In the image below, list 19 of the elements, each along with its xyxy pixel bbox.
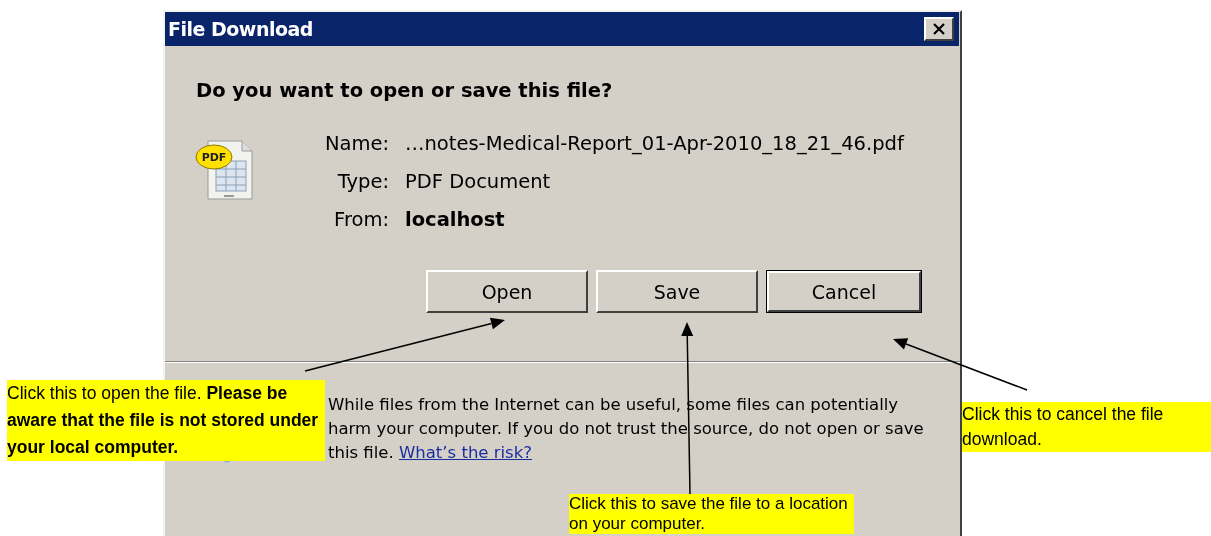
field-value: …notes-Medical-Report_01-Apr-2010_18_21_46.pdf: [405, 131, 904, 156]
cancel-button[interactable]: Cancel: [766, 270, 922, 313]
field-value: PDF Document: [405, 169, 552, 194]
open-button[interactable]: Open: [426, 270, 588, 313]
window-title: File Download: [168, 18, 313, 40]
field-value: localhost: [405, 207, 506, 232]
close-button[interactable]: [924, 17, 954, 41]
callout-note: Click this to open the file. Please be aware that the file is not stored under your local computer.: [7, 380, 325, 461]
callout-note: Click this to save the file to a location on your computer.: [569, 494, 854, 534]
save-button[interactable]: Save: [596, 270, 758, 313]
close-icon: [932, 23, 946, 35]
pdf-label: PDF: [201, 151, 227, 164]
badge-background: [195, 144, 233, 170]
callout-note: Click this to cancel the file download.: [962, 402, 1211, 452]
field-label: From:: [333, 207, 389, 232]
risk-link[interactable]: What’s the risk?: [399, 443, 533, 462]
dialog-heading: Do you want to open or save this file?: [196, 79, 614, 104]
field-label: Type:: [336, 169, 389, 194]
field-label: Name:: [323, 131, 389, 156]
